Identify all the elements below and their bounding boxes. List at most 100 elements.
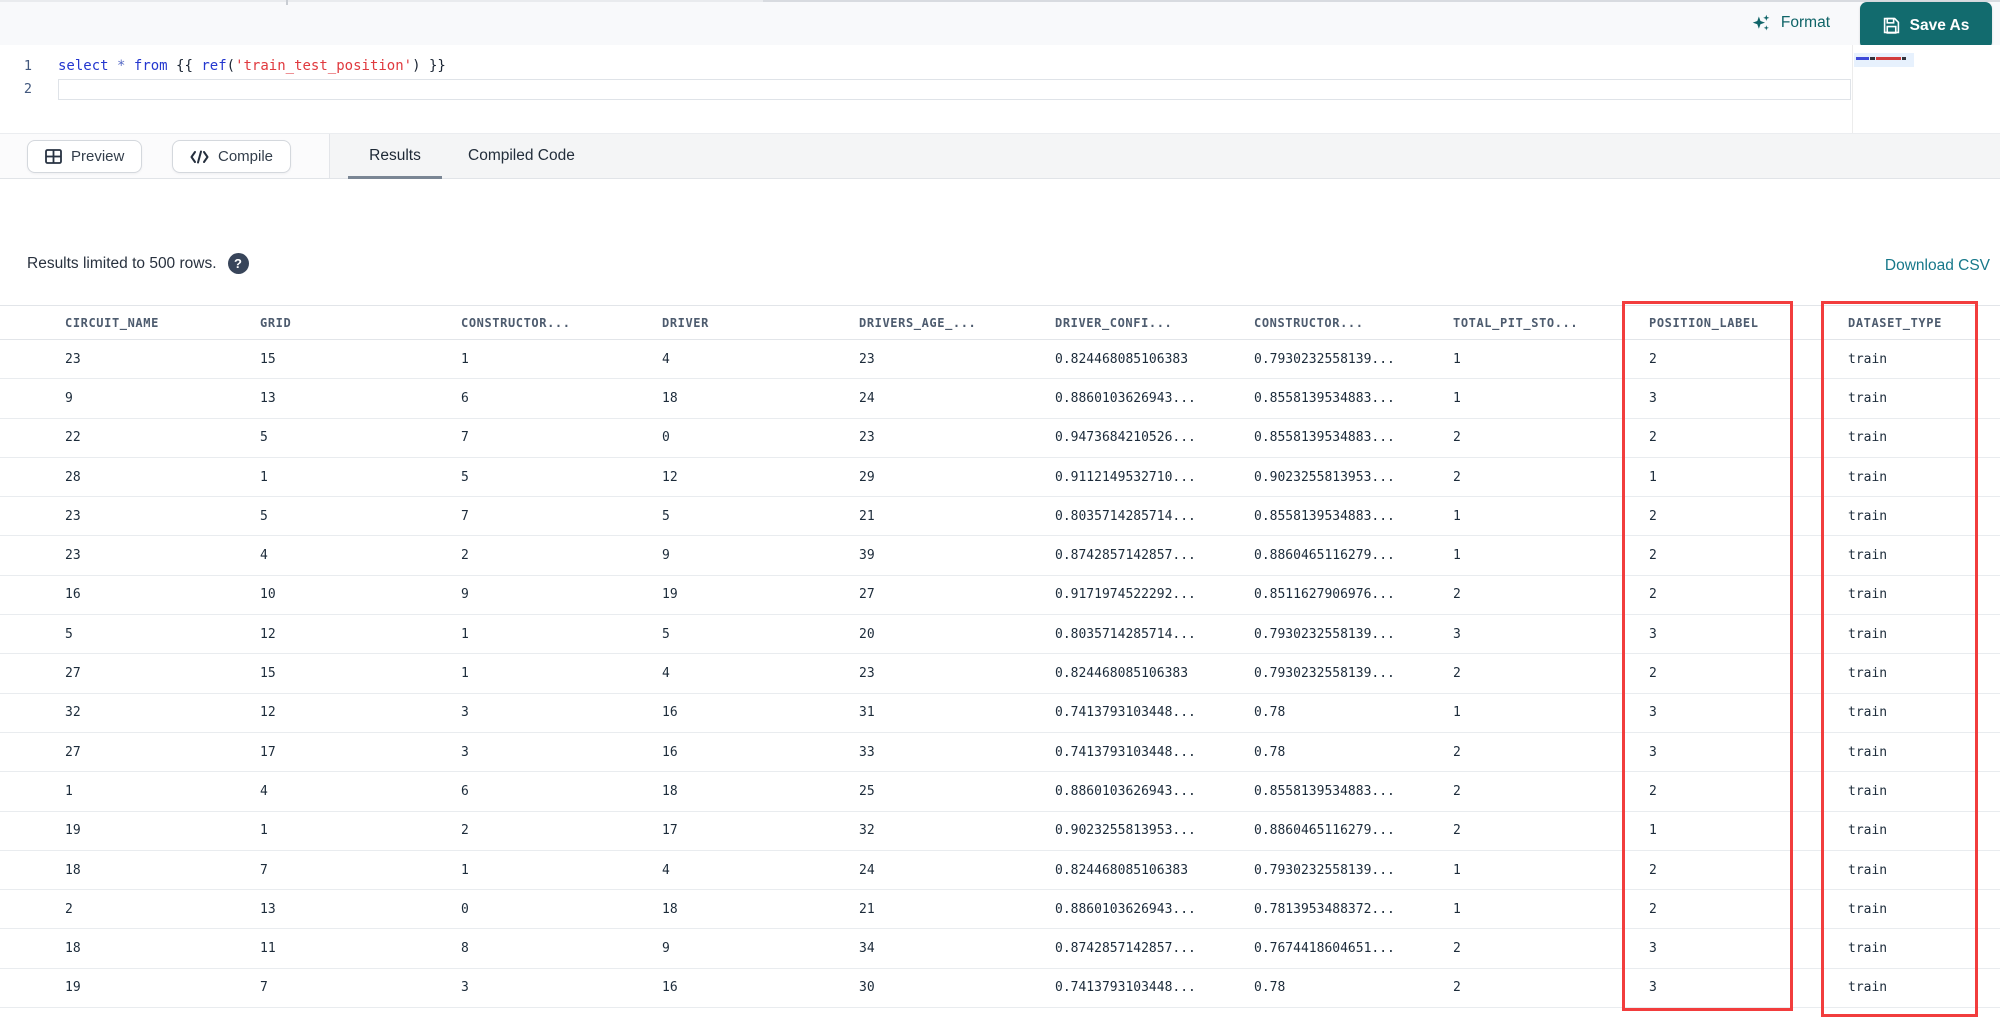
table-cell: 21 [859, 508, 875, 524]
table-cell: 0.7930232558139... [1254, 351, 1395, 367]
table-body: 23 15 1 4 23 0.824468085106383 0.7930232558139… [0, 340, 2000, 1009]
table-cell: 2 [1453, 823, 1461, 839]
table-cell: 0.9112149532710... [1055, 469, 1196, 485]
results-info-row: Results limited to 500 rows. ? [27, 253, 249, 274]
table-cell: 6 [461, 390, 469, 406]
table-cell: 0.8035714285714... [1055, 626, 1196, 642]
minimap-viewport [1854, 53, 1914, 67]
column-header: DRIVER [662, 315, 709, 330]
table-cell: train [1848, 508, 1888, 524]
table-cell: 2 [1453, 941, 1461, 957]
table-cell: 0.7413793103448... [1055, 744, 1196, 760]
table-cell: 1 [260, 823, 268, 839]
table-cell: 2 [1649, 430, 1657, 446]
table-cell: 3 [1649, 980, 1657, 996]
code-token: from [133, 58, 168, 74]
table-cell: 1 [260, 469, 268, 485]
table-cell: 18 [662, 783, 678, 799]
topbar: Format Save As [0, 0, 2000, 49]
code-token: }} [428, 58, 446, 74]
table-cell: 0.8742857142857... [1055, 941, 1196, 957]
table-cell: train [1848, 351, 1888, 367]
table-cell: 15 [260, 666, 276, 682]
table-cell: 5 [461, 469, 469, 485]
table-cell: 2 [1649, 666, 1657, 682]
table-cell: 0.78 [1254, 705, 1286, 721]
table-cell: 3 [1649, 626, 1657, 642]
table-cell: 32 [65, 705, 81, 721]
table-cell: 1 [1649, 823, 1657, 839]
table-cell: train [1848, 823, 1888, 839]
tab-compiled-code[interactable]: Compiled Code [466, 134, 577, 178]
table-cell: 10 [260, 587, 276, 603]
table-cell: 12 [260, 705, 276, 721]
table-cell: 0.824468085106383 [1055, 666, 1189, 682]
code-editor[interactable]: 12 select * from {{ ref('train_test_posi… [0, 45, 2000, 133]
table-cell: train [1848, 587, 1888, 603]
table-cell: 7 [461, 430, 469, 446]
table-cell: 0.9023255813953... [1055, 823, 1196, 839]
table-cell: 2 [1453, 666, 1461, 682]
preview-button[interactable]: Preview [27, 140, 143, 173]
table-cell: 0.8860465116279... [1254, 548, 1395, 564]
table-row: 18 11 8 9 34 0.8742857142857... 0.767441860465… [0, 929, 2000, 969]
table-cell: 2 [461, 823, 469, 839]
table-cell: 3 [1453, 626, 1461, 642]
table-cell: 4 [260, 548, 268, 564]
compile-button[interactable]: Compile [172, 140, 292, 173]
table-cell: 0.9473684210526... [1055, 430, 1196, 446]
download-csv-link[interactable]: Download CSV [1885, 257, 1990, 275]
table-cell: 0.7930232558139... [1254, 666, 1395, 682]
table-cell: 21 [859, 901, 875, 917]
table-cell: 0.78 [1254, 744, 1286, 760]
table-cell: 0.8860103626943... [1055, 901, 1196, 917]
table-cell: 3 [1649, 941, 1657, 957]
results-tabs: Results Compiled Code [330, 134, 577, 179]
table-row: 19 1 2 17 32 0.9023255813953... 0.886046511627… [0, 812, 2000, 851]
table-grid-icon [45, 149, 62, 164]
table-cell: train [1848, 430, 1888, 446]
help-icon[interactable]: ? [227, 253, 249, 274]
table-cell: 24 [859, 862, 875, 878]
table-cell: 3 [461, 705, 469, 721]
table-cell: 4 [662, 666, 670, 682]
table-cell: 0.8558139534883... [1254, 390, 1395, 406]
table-cell: 9 [662, 548, 670, 564]
table-cell: train [1848, 626, 1888, 642]
table-row: 5 12 1 5 20 0.8035714285714... 0.7930232558139… [0, 615, 2000, 655]
editor-minimap[interactable] [1853, 45, 1915, 133]
table-cell: train [1848, 666, 1888, 682]
table-cell: 3 [1649, 705, 1657, 721]
code-token: 'train_test_position' [235, 58, 413, 74]
table-cell: 13 [260, 390, 276, 406]
table-cell: 2 [1649, 548, 1657, 564]
table-cell: 0 [662, 430, 670, 446]
table-row: 9 13 6 18 24 0.8860103626943... 0.855813953488… [0, 379, 2000, 419]
table-cell: 0.7930232558139... [1254, 626, 1395, 642]
table-cell: 23 [859, 351, 875, 367]
column-header: DRIVERS_AGE_... [859, 315, 977, 330]
table-cell: 1 [461, 351, 469, 367]
table-cell: 5 [260, 508, 268, 524]
table-row: 19 7 3 16 30 0.7413793103448... 0.78 2 3 train [0, 969, 2000, 1009]
table-row: 27 15 1 4 23 0.824468085106383 0.7930232558139… [0, 654, 2000, 694]
table-cell: 20 [859, 626, 875, 642]
column-header: CIRCUIT_NAME [65, 315, 159, 330]
table-cell: 0.8558139534883... [1254, 430, 1395, 446]
tab-results[interactable]: Results [348, 134, 442, 179]
table-cell: 0.7930232558139... [1254, 862, 1395, 878]
save-as-button[interactable]: Save As [1860, 2, 1992, 49]
code-token: {{ [176, 58, 193, 74]
code-token: ) [412, 58, 421, 74]
table-cell: 18 [65, 941, 81, 957]
code-line-1[interactable]: select * from {{ ref('train_test_positio… [58, 55, 446, 78]
preview-label: Preview [71, 148, 125, 165]
table-cell: 24 [859, 390, 875, 406]
table-cell: 0.8860103626943... [1055, 390, 1196, 406]
table-cell: 2 [1453, 744, 1461, 760]
table-row: 32 12 3 16 31 0.7413793103448... 0.78 1 3 train [0, 694, 2000, 733]
table-cell: 4 [662, 862, 670, 878]
table-cell: 16 [662, 744, 678, 760]
format-button[interactable]: Format [1751, 8, 1830, 38]
